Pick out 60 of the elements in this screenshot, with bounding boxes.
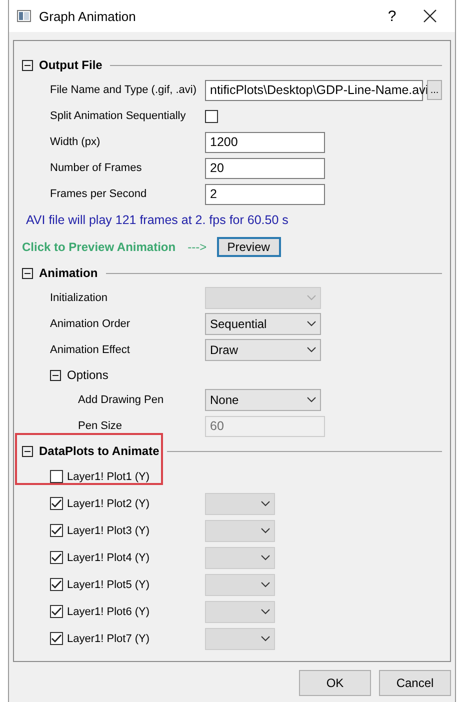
checkbox[interactable] bbox=[50, 632, 63, 645]
browse-button[interactable]: ... bbox=[427, 80, 442, 100]
plot-label: Layer1! Plot7 (Y) bbox=[66, 632, 151, 644]
collapse-icon[interactable] bbox=[50, 370, 61, 380]
plot-label: Layer1! Plot4 (Y) bbox=[66, 552, 151, 564]
chevron-icon bbox=[307, 347, 316, 353]
help-button[interactable]: ? bbox=[377, 2, 407, 30]
plot-label: Layer1! Plot6 (Y) bbox=[66, 606, 151, 618]
checkbox[interactable] bbox=[50, 497, 63, 510]
field-label: File Name and Type (.gif, .avi) bbox=[50, 84, 198, 96]
dropdown[interactable]: Draw bbox=[205, 339, 321, 361]
chevron-icon bbox=[307, 321, 316, 327]
options-title: Options bbox=[67, 368, 108, 382]
field-label: Split Animation Sequentially bbox=[50, 110, 187, 122]
chevron-icon bbox=[261, 608, 270, 614]
preview-hint: Click to Preview Animation bbox=[22, 240, 176, 254]
field-label: Initialization bbox=[50, 292, 108, 304]
checkbox[interactable] bbox=[50, 605, 63, 618]
arrow-text: ---> bbox=[188, 240, 207, 254]
field-label: Number of Frames bbox=[50, 162, 143, 174]
close-icon bbox=[423, 9, 437, 23]
plot-label: Layer1! Plot2 (Y) bbox=[66, 498, 151, 510]
checkbox[interactable] bbox=[50, 578, 63, 591]
collapse-icon[interactable] bbox=[22, 60, 33, 70]
input-field[interactable]: 2 bbox=[205, 184, 325, 204]
plot-label: Layer1! Plot3 (Y) bbox=[66, 524, 151, 536]
chevron-icon bbox=[261, 636, 270, 642]
input-field[interactable]: 1200 bbox=[205, 132, 325, 152]
preview-button[interactable]: Preview bbox=[216, 237, 281, 257]
window-title: Graph Animation bbox=[39, 8, 137, 24]
field-label: Add Drawing Pen bbox=[78, 394, 165, 406]
plot-label: Layer1! Plot1 (Y) bbox=[66, 470, 151, 482]
chevron-icon bbox=[261, 500, 270, 506]
checkbox[interactable] bbox=[50, 551, 63, 564]
field-label: Width (px) bbox=[50, 136, 102, 148]
checkbox[interactable] bbox=[50, 470, 63, 483]
section-title: Output File bbox=[39, 58, 102, 72]
cancel-button[interactable]: Cancel bbox=[379, 670, 451, 696]
field-label: Animation Effect bbox=[50, 344, 131, 356]
field-label: Animation Order bbox=[50, 318, 132, 330]
chevron-icon bbox=[307, 295, 316, 301]
checkbox[interactable] bbox=[205, 110, 218, 122]
field-label: Pen Size bbox=[78, 420, 124, 432]
field-label: Frames per Second bbox=[50, 188, 148, 200]
input-field[interactable]: 20 bbox=[205, 158, 325, 178]
dropdown[interactable]: Sequential bbox=[205, 313, 321, 335]
chevron-icon bbox=[261, 528, 270, 534]
section-title: DataPlots to Animate bbox=[39, 444, 160, 458]
checkbox[interactable] bbox=[50, 524, 63, 537]
chevron-icon bbox=[261, 554, 270, 560]
collapse-icon[interactable] bbox=[22, 446, 33, 456]
info-text: AVI file will play 121 frames at 2. fps for 60.50 s bbox=[25, 213, 288, 227]
ok-button[interactable]: OK bbox=[299, 670, 371, 696]
plot-label: Layer1! Plot5 (Y) bbox=[66, 578, 151, 590]
window-icon bbox=[17, 10, 31, 22]
section-title: Animation bbox=[39, 266, 98, 280]
collapse-icon[interactable] bbox=[22, 268, 33, 278]
chevron-icon bbox=[261, 582, 270, 588]
chevron-icon bbox=[307, 397, 316, 403]
dropdown[interactable]: None bbox=[205, 389, 321, 411]
